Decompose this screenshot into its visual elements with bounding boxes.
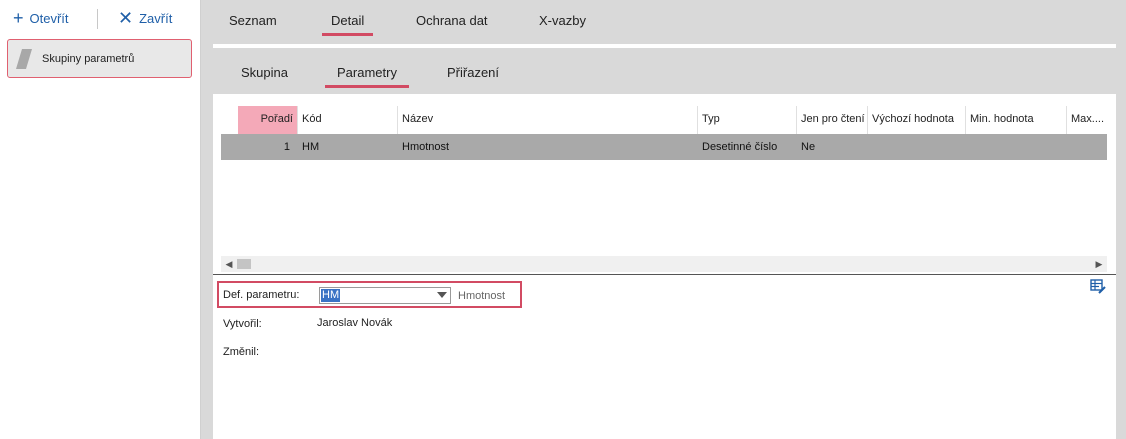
grid-header: Pořadí Kód Název Typ Jen pro čtení Výcho… — [221, 106, 1107, 134]
scroll-left-icon[interactable]: ◀ — [223, 256, 235, 272]
column-header-poradi[interactable]: Pořadí — [238, 106, 298, 134]
created-by-label: Vytvořil: — [223, 318, 262, 330]
plus-icon: + — [13, 8, 24, 28]
left-panel: + Otevřít ✕ Zavřít Skupiny parametrů — [0, 0, 200, 439]
main-tabs: Seznam Detail Ochrana dat X-vazby — [201, 0, 1126, 42]
column-header-nazev[interactable]: Název — [398, 106, 698, 134]
subtab-skupina-label: Skupina — [241, 65, 288, 80]
left-item-label: Skupiny parametrů — [42, 52, 135, 65]
scroll-right-icon[interactable]: ▶ — [1093, 256, 1105, 272]
subtab-prirazeni-label: Přiřazení — [447, 65, 500, 80]
horizontal-scrollbar[interactable]: ◀ ▶ — [221, 256, 1107, 272]
table-row[interactable]: 1 HM Hmotnost Desetinné číslo Ne — [221, 134, 1107, 160]
tab-bar-divider — [213, 44, 1116, 48]
column-header-jen-pro-cteni[interactable]: Jen pro čtení — [797, 106, 868, 134]
sub-tabs: Skupina Parametry Přiřazení — [201, 50, 1126, 90]
app-window: + Otevřít ✕ Zavřít Skupiny parametrů Sez… — [0, 0, 1126, 439]
cell-jen-pro-cteni: Ne — [801, 141, 816, 153]
def-parametru-combo[interactable]: HM — [319, 287, 451, 304]
tab-x-vazby[interactable]: X-vazby — [539, 13, 586, 28]
content-panel: Pořadí Kód Název Typ Jen pro čtení Výcho… — [213, 94, 1116, 439]
changed-by-label: Změnil: — [223, 346, 260, 358]
column-header-typ[interactable]: Typ — [698, 106, 797, 134]
left-list-item[interactable]: Skupiny parametrů — [7, 39, 192, 78]
tab-detail[interactable]: Detail — [321, 13, 374, 36]
toolbar-separator — [97, 9, 98, 29]
created-by-value: Jaroslav Novák — [317, 317, 393, 329]
cell-nazev: Hmotnost — [402, 141, 450, 153]
tab-seznam[interactable]: Seznam — [229, 13, 277, 28]
subtab-parametry-label: Parametry — [337, 65, 397, 80]
column-header-kod[interactable]: Kód — [298, 106, 398, 134]
detail-area: Seznam Detail Ochrana dat X-vazby Skupin… — [201, 0, 1126, 439]
column-header-min-hodnota[interactable]: Min. hodnota — [966, 106, 1067, 134]
chevron-down-icon[interactable] — [437, 292, 447, 298]
open-button-label: Otevřít — [29, 10, 69, 26]
def-parametru-description: Hmotnost — [458, 290, 506, 302]
column-header-vychozi-hodnota[interactable]: Výchozí hodnota — [868, 106, 966, 134]
tab-x-vazby-label: X-vazby — [539, 13, 586, 28]
subtab-parametry[interactable]: Parametry — [325, 65, 409, 88]
tab-detail-label: Detail — [331, 13, 365, 28]
subtab-prirazeni[interactable]: Přiřazení — [447, 65, 499, 80]
parameters-grid: Pořadí Kód Název Typ Jen pro čtení Výcho… — [221, 106, 1107, 160]
cell-typ: Desetinné číslo — [702, 141, 778, 153]
tab-ochrana-dat[interactable]: Ochrana dat — [416, 13, 488, 28]
tab-ochrana-dat-label: Ochrana dat — [416, 13, 488, 28]
open-button[interactable]: + Otevřít — [13, 8, 69, 28]
edit-table-icon[interactable] — [1090, 278, 1106, 294]
subtab-skupina[interactable]: Skupina — [241, 65, 288, 80]
scrollbar-thumb[interactable] — [237, 259, 251, 269]
cell-kod: HM — [302, 141, 320, 153]
close-button-label: Zavřít — [139, 10, 173, 26]
splitter-line — [213, 274, 1116, 275]
def-parametru-label: Def. parametru: — [223, 289, 300, 301]
def-parametru-value: HM — [321, 289, 341, 302]
close-button[interactable]: ✕ Zavřít — [118, 8, 172, 28]
cell-poradi: 1 — [283, 141, 290, 153]
column-header-max-hodnota[interactable]: Max.... — [1067, 106, 1107, 134]
left-toolbar: + Otevřít ✕ Zavřít — [0, 0, 200, 36]
tab-seznam-label: Seznam — [229, 13, 277, 28]
item-stripe-icon — [16, 48, 32, 69]
close-icon: ✕ — [118, 8, 134, 28]
